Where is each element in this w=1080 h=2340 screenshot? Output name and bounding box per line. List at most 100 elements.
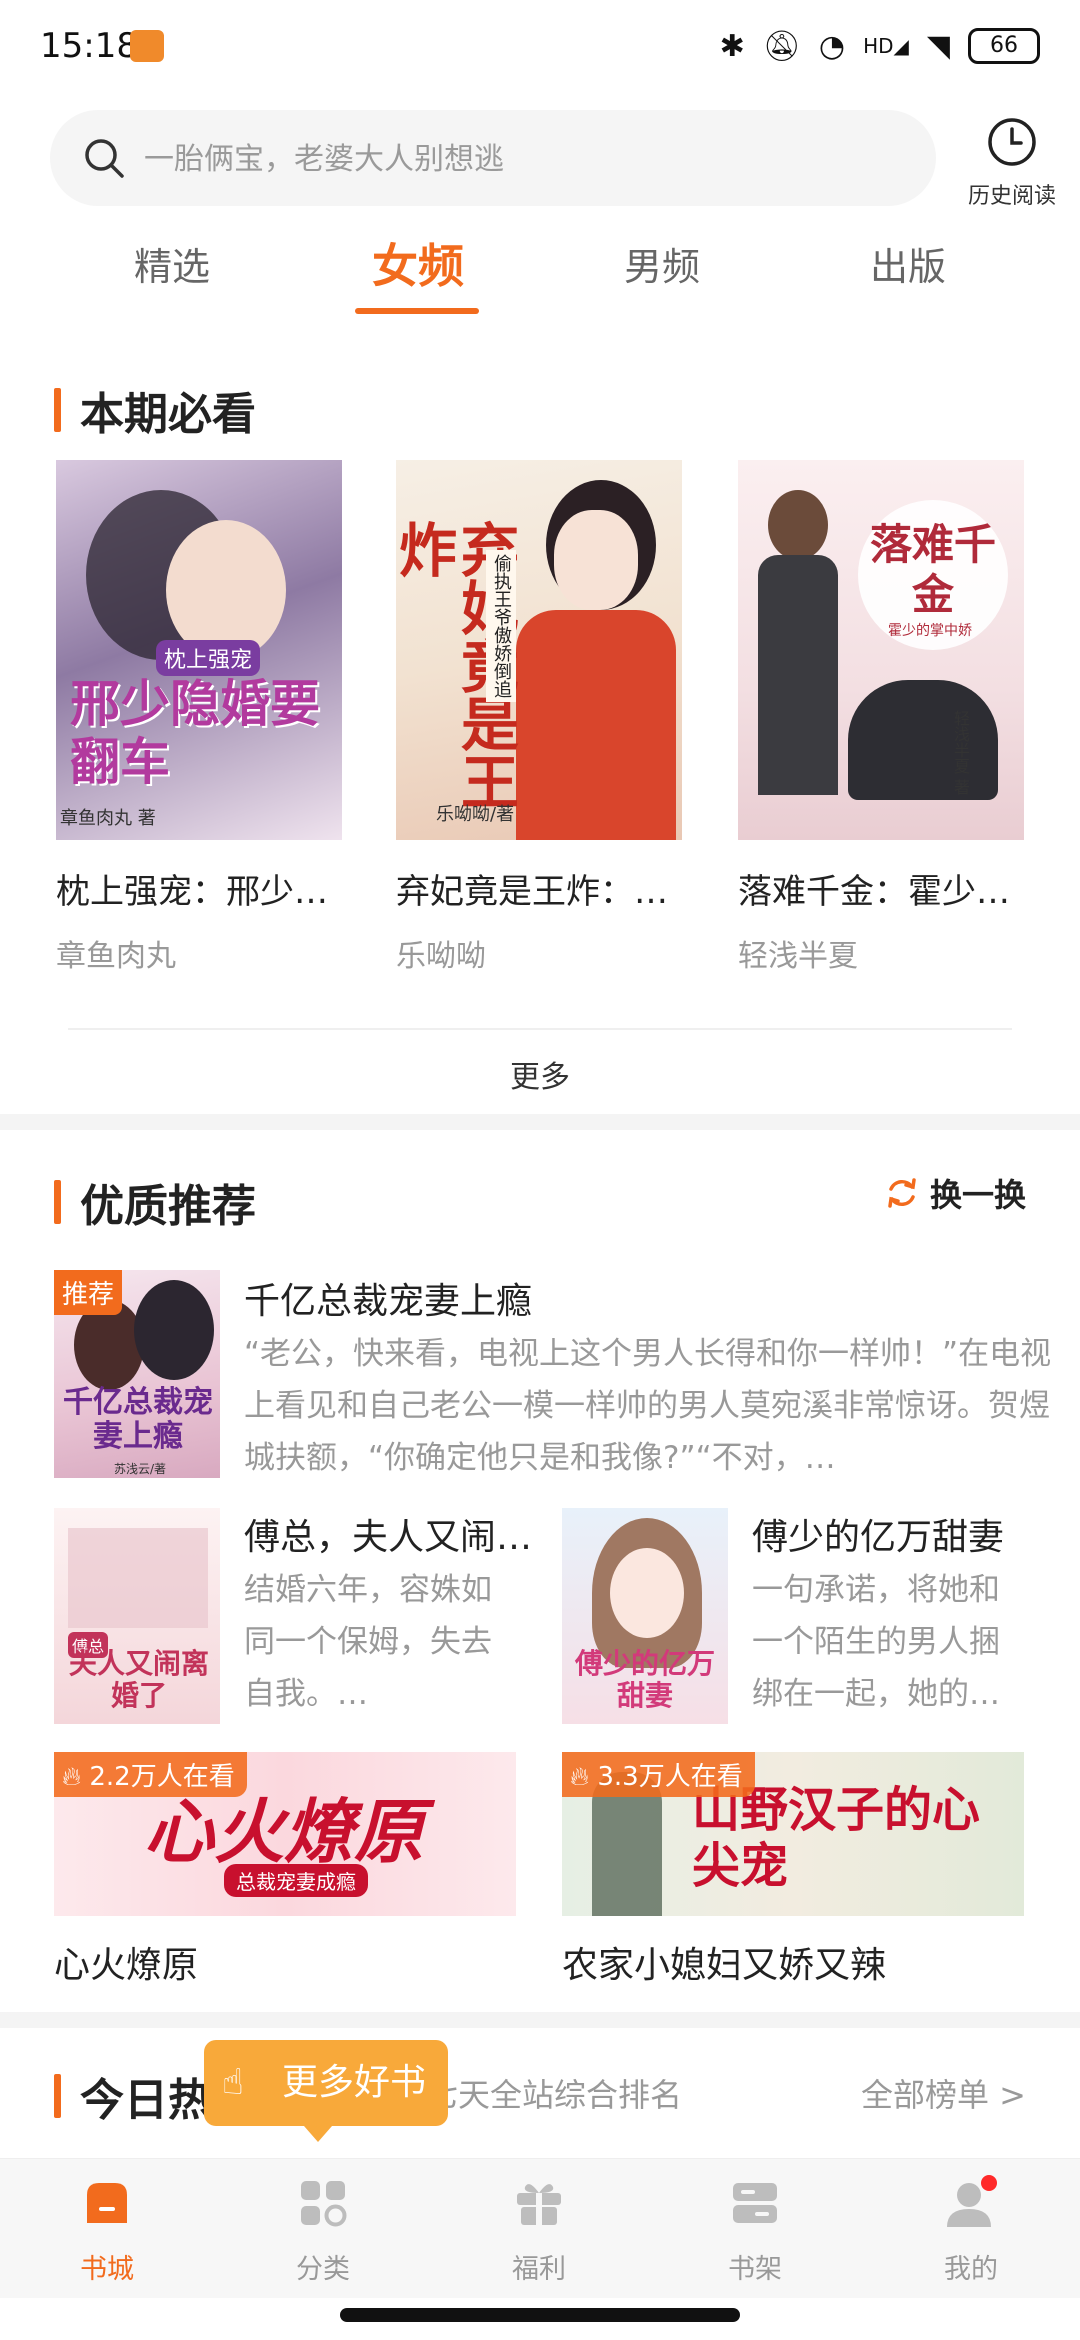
cover-tag: 霍少的掌中娇 (888, 623, 972, 639)
search-row: 一胎俩宝，老婆大人别想逃 历史阅读 (50, 110, 1056, 210)
recommend-tag: 推荐 (54, 1270, 123, 1315)
cover-author: 苏浅云/著 (114, 1462, 167, 1476)
hot-subtitle: 七天全站综合排名 (426, 2076, 683, 2114)
status-bar: 15:18 ✱ 🔕︎ ◔ HD◢ ◥ 66 (0, 0, 1080, 96)
history-button[interactable]: 历史阅读 (962, 116, 1062, 210)
network-type-label: HD (863, 34, 894, 58)
gift-icon (517, 2184, 561, 2225)
nav-bookshelf[interactable]: 书架 (680, 2173, 830, 2286)
book-cover: 傅少的亿万甜妻 (562, 1508, 728, 1724)
book-title: 傅总，夫人又闹离婚了 (244, 1517, 534, 1558)
cover-author: 章鱼肉丸 著 (60, 808, 156, 829)
section-title-must-read: 本期必看 (54, 378, 256, 442)
bookshelf-icon (733, 2183, 777, 2223)
banner-cover: 心火燎原 总裁宠妻成瘾 🔥︎ 2.2万人在看 (54, 1752, 516, 1916)
book-title: 落难千金：霍少的掌中宠 (738, 872, 1028, 912)
wifi-icon: ◥ (926, 28, 950, 64)
nav-label: 书城 (80, 2254, 134, 2285)
nav-label: 书架 (728, 2254, 782, 2285)
section-title-recommend: 优质推荐 (54, 1170, 256, 1234)
section-title-hot: 今日热 (54, 2064, 212, 2128)
alarm-icon: ◔ (818, 28, 846, 64)
tooltip-label: 更多好书 (281, 2062, 426, 2103)
book-cover: 枕上强宠 邢少隐婚要翻车 章鱼肉丸 著 (56, 460, 342, 840)
more-books-tooltip[interactable]: ☝︎ 更多好书 (204, 2040, 448, 2142)
viewers-count: 3.3万人在看 (597, 1762, 743, 1792)
nav-label: 分类 (296, 2254, 350, 2285)
bottom-navigation: 书城 分类 福利 书架 我的 (0, 2158, 1080, 2298)
nav-label: 我的 (944, 2254, 998, 2285)
app-notification-icon (130, 30, 164, 62)
home-indicator[interactable] (340, 2308, 740, 2322)
nav-label: 福利 (512, 2254, 566, 2285)
cover-author: 乐呦呦/著 (436, 804, 515, 825)
book-card[interactable]: 枕上强宠 邢少隐婚要翻车 章鱼肉丸 著 枕上强宠：邢少隐婚要翻车 章鱼肉丸 (56, 460, 346, 975)
history-label: 历史阅读 (967, 184, 1056, 209)
book-title: 农家小媳妇又娇又辣 (562, 1945, 887, 1986)
banner-cover-sub: 总裁宠妻成瘾 (224, 1864, 368, 1897)
book-description: 结婚六年，容姝如同一个保姆，失去自我。… (244, 1572, 492, 1712)
divider (68, 1028, 1012, 1030)
signal-icon: HD◢ (863, 34, 909, 58)
battery-icon: 66 (968, 28, 1040, 64)
banner-cover: 山野汉子的心尖宠 🔥︎ 3.3万人在看 (562, 1752, 1024, 1916)
book-cover: 弃妃竟是王炸 偷执王爷傲娇倒追 乐呦呦/著 (396, 460, 682, 840)
viewers-badge: 🔥︎ 3.3万人在看 (562, 1752, 755, 1797)
search-input[interactable]: 一胎俩宝，老婆大人别想逃 (50, 110, 936, 206)
cover-title: 夫人又闹离婚了 (68, 1647, 209, 1712)
nav-category[interactable]: 分类 (248, 2173, 398, 2286)
cover-title: 邢少隐婚要翻车 (70, 674, 320, 791)
all-rankings-link[interactable]: 全部榜单 > (861, 2070, 1026, 2116)
profile-icon (947, 2175, 997, 2227)
featured-book[interactable]: 千亿总裁宠妻上瘾 苏浅云/著 推荐 千亿总裁宠妻上瘾 “老公，快来看，电视上这个… (54, 1270, 1051, 1480)
book-title: 弃妃竟是王炸：偷听王爷 (396, 872, 686, 912)
book-description: 一句承诺，将她和一个陌生的男人捆绑在一起，她的… (752, 1572, 1000, 1712)
tab-featured[interactable]: 精选 (92, 236, 252, 291)
category-icon (301, 2181, 347, 2227)
book-card[interactable]: 弃妃竟是王炸 偷执王爷傲娇倒追 乐呦呦/著 弃妃竟是王炸：偷听王爷 乐呦呦 (396, 460, 686, 975)
tab-active-indicator (355, 308, 479, 314)
cover-title: 千亿总裁宠妻上瘾 (63, 1385, 213, 1454)
mute-icon: 🔕︎ (762, 28, 801, 64)
cover-title: 落难千金 (869, 520, 996, 619)
cover-title: 傅少的亿万甜妻 (574, 1647, 715, 1712)
viewers-count: 2.2万人在看 (89, 1762, 235, 1792)
tab-male[interactable]: 男频 (582, 236, 742, 291)
bluetooth-icon: ✱ (719, 28, 745, 64)
book-item[interactable]: 傅总 夫人又闹离婚了 傅总，夫人又闹离婚了 结婚六年，容姝如同一个保姆，失去自我… (54, 1508, 534, 1724)
tab-publish[interactable]: 出版 (828, 236, 988, 291)
home-icon (87, 2183, 127, 2223)
tab-female[interactable]: 女频 (338, 230, 498, 296)
book-title: 傅少的亿万甜妻 (752, 1517, 1005, 1558)
book-description: “老公，快来看，电视上这个男人长得和你一样帅！”在电视上看见和自己老公一模一样帅… (244, 1336, 1052, 1476)
battery-level: 66 (990, 33, 1018, 58)
section-separator (0, 2012, 1080, 2028)
banner-book[interactable]: 心火燎原 总裁宠妻成瘾 🔥︎ 2.2万人在看 心火燎原 (54, 1752, 516, 1988)
book-author: 轻浅半夏 (738, 939, 858, 974)
section-separator (0, 1114, 1080, 1130)
cover-author: 轻浅半夏 著 (951, 710, 970, 796)
book-cover: 落难千金 霍少的掌中娇 轻浅半夏 著 (738, 460, 1024, 840)
clock-icon (988, 118, 1036, 166)
nav-welfare[interactable]: 福利 (464, 2173, 614, 2286)
status-time: 15:18 (40, 26, 138, 66)
viewers-badge: 🔥︎ 2.2万人在看 (54, 1752, 247, 1797)
search-placeholder: 一胎俩宝，老婆大人别想逃 (144, 142, 504, 177)
refresh-icon (888, 1178, 916, 1208)
nav-profile[interactable]: 我的 (896, 2173, 1046, 2286)
channel-tabs: 精选 女频 男频 出版 (0, 236, 1080, 326)
banner-book[interactable]: 山野汉子的心尖宠 🔥︎ 3.3万人在看 农家小媳妇又娇又辣 (562, 1752, 1024, 1988)
refresh-label: 换一换 (929, 1176, 1026, 1214)
banner-cover-title: 山野汉子的心尖宠 (692, 1782, 981, 1894)
hot-ranking-header: 今日热 七天全站综合排名 全部榜单 > (0, 2030, 1080, 2150)
pointer-hand-icon: ☝︎ (222, 2062, 244, 2103)
book-title: 心火燎原 (54, 1945, 199, 1986)
more-button[interactable]: 更多 (0, 1052, 1080, 1096)
book-item[interactable]: 傅少的亿万甜妻 傅少的亿万甜妻 一句承诺，将她和一个陌生的男人捆绑在一起，她的… (562, 1508, 1032, 1724)
status-icons: ✱ 🔕︎ ◔ HD◢ ◥ 66 (720, 28, 1040, 64)
book-author: 章鱼肉丸 (56, 939, 176, 974)
book-card[interactable]: 落难千金 霍少的掌中娇 轻浅半夏 著 落难千金：霍少的掌中宠 轻浅半夏 (738, 460, 1028, 975)
refresh-button[interactable]: 换一换 (884, 1170, 1026, 1216)
nav-bookstore[interactable]: 书城 (32, 2173, 182, 2286)
book-author: 乐呦呦 (396, 939, 486, 974)
